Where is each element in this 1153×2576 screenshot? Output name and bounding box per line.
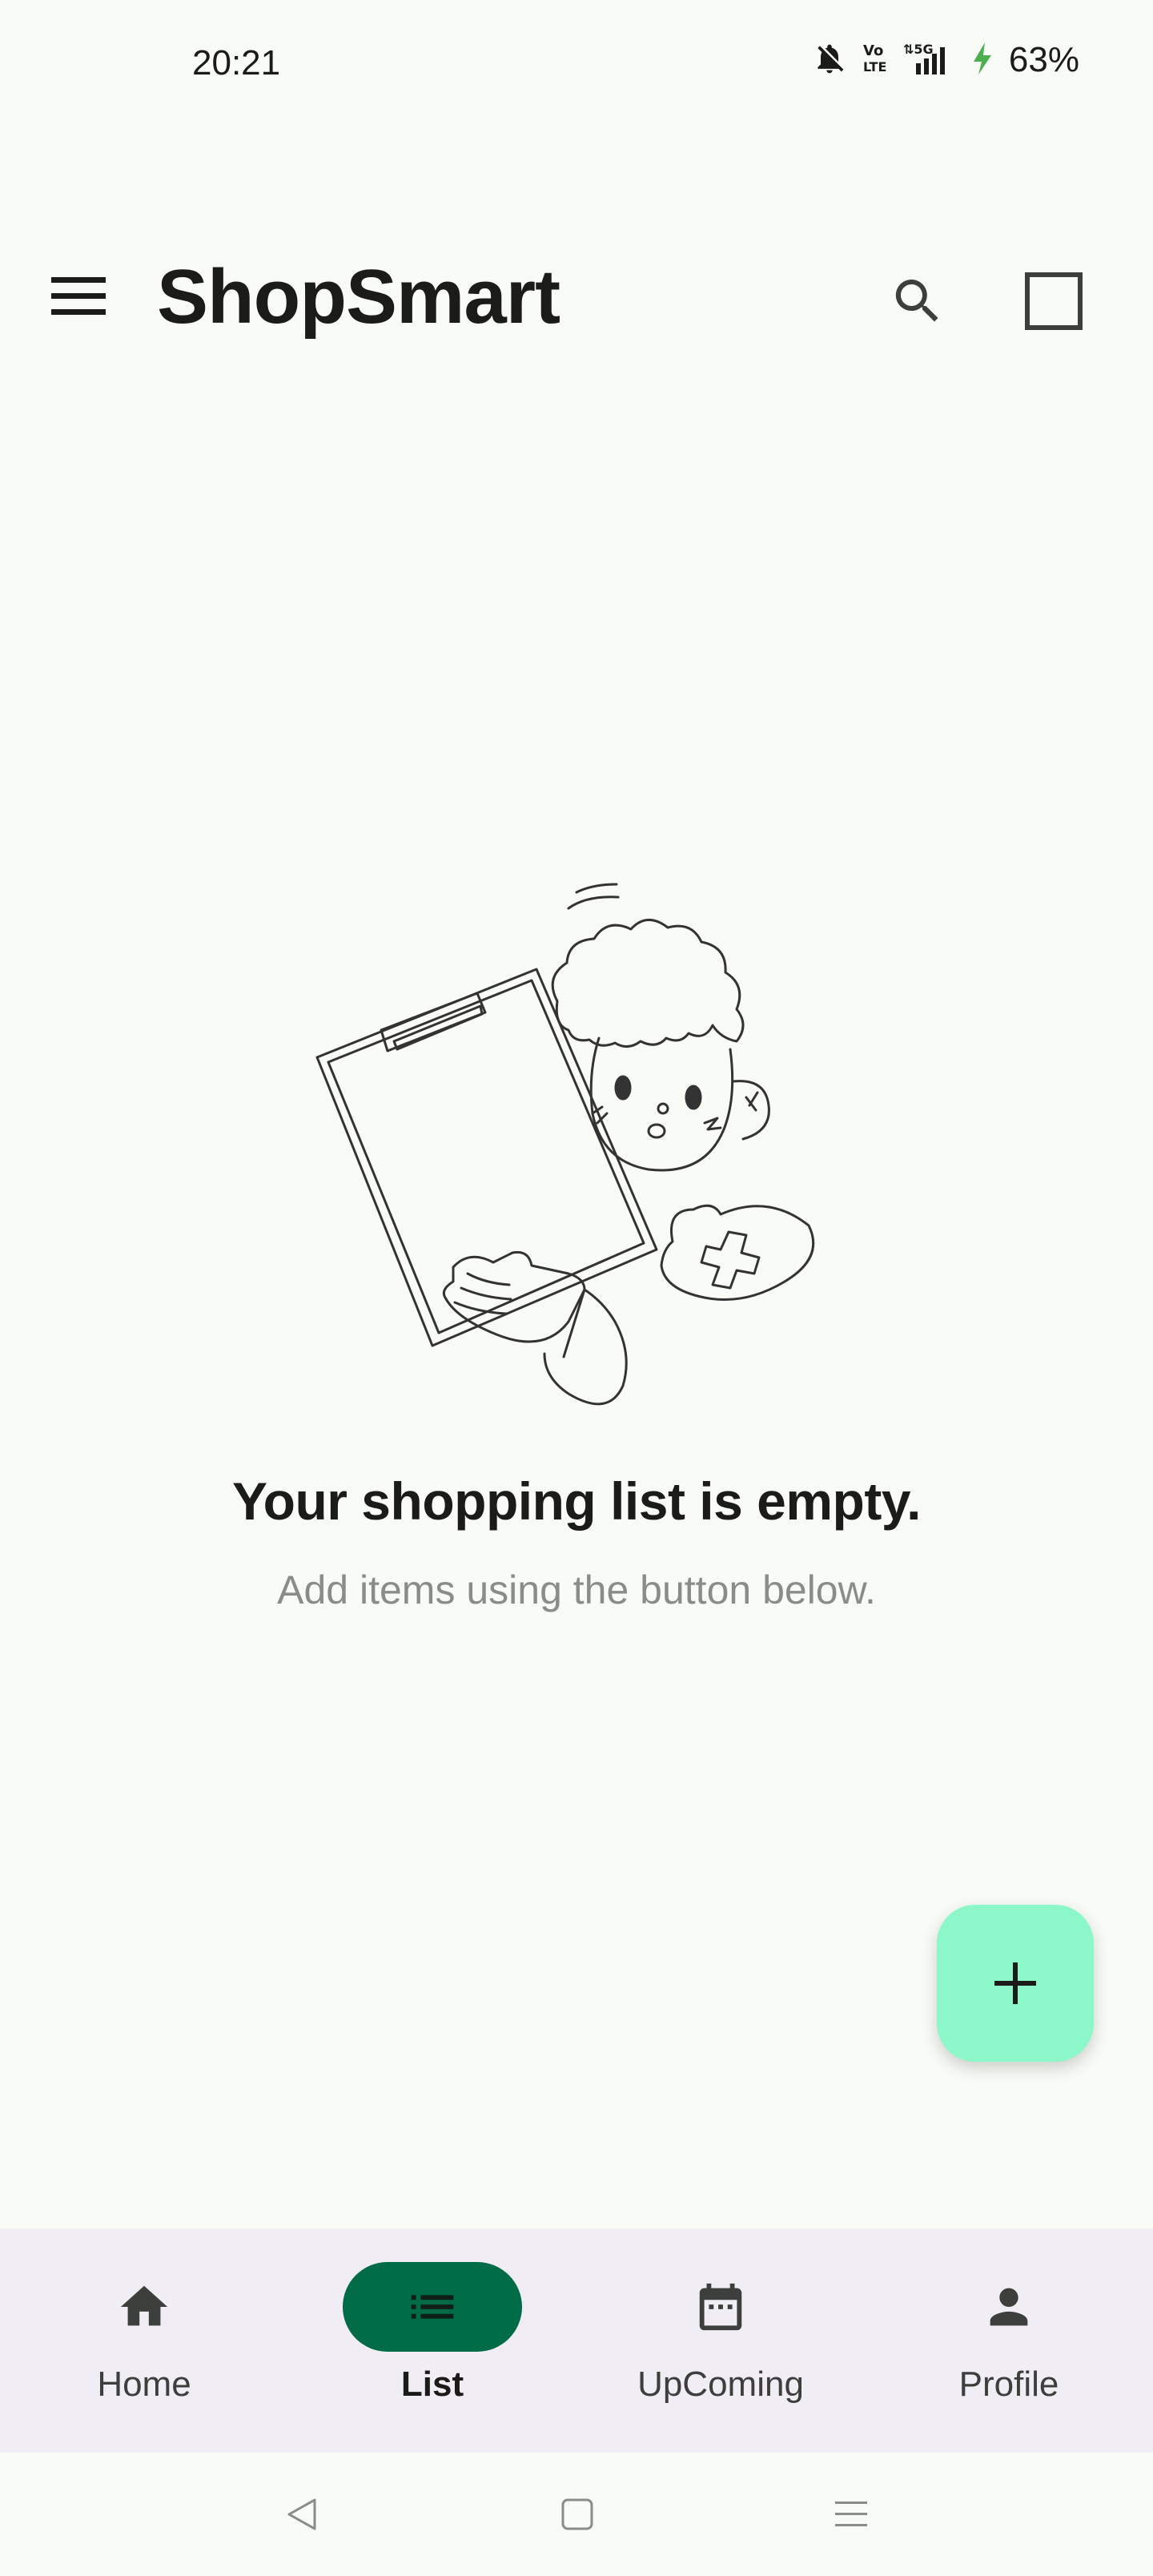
screen: 20:21 Vo LTE ⇅5G 63% ShopSmart Your shop… (0, 0, 1153, 2576)
person-icon (990, 2288, 1028, 2326)
system-back-button[interactable] (275, 2488, 328, 2541)
volte-icon: Vo LTE (862, 41, 889, 80)
nav-item-profile[interactable]: Profile (865, 2228, 1153, 2453)
add-item-fab[interactable] (937, 1905, 1094, 2062)
nav-label-home: Home (97, 2365, 191, 2404)
back-icon (287, 2498, 316, 2530)
nav-pill-home (54, 2262, 234, 2352)
menu-button[interactable] (42, 264, 115, 328)
recents-icon (835, 2502, 867, 2526)
list-icon (411, 2295, 454, 2319)
search-button[interactable] (881, 264, 954, 338)
nav-pill-list (343, 2262, 522, 2352)
battery-percentage: 63% (1008, 40, 1079, 79)
plus-icon (994, 1962, 1036, 2004)
system-home-button[interactable] (551, 2488, 604, 2541)
square-button[interactable] (1017, 264, 1091, 338)
nav-label-list: List (400, 2365, 464, 2404)
empty-state-subtitle: Add items using the button below. (277, 1568, 876, 1612)
charging-icon (970, 41, 994, 80)
app-bar: ShopSmart (0, 232, 1153, 360)
status-bar: 20:21 Vo LTE ⇅5G 63% (0, 0, 1153, 128)
nav-label-upcoming: UpComing (637, 2365, 804, 2404)
svg-text:LTE: LTE (863, 59, 886, 74)
bell-off-icon (812, 41, 847, 80)
system-recents-button[interactable] (825, 2488, 878, 2541)
calendar-icon (699, 2283, 742, 2331)
bottom-navigation: Home List UpComing Profile (0, 2228, 1153, 2453)
nav-pill-upcoming (631, 2262, 810, 2352)
menu-icon (51, 277, 106, 315)
system-navigation-bar (0, 2453, 1153, 2576)
status-time: 20:21 (192, 43, 281, 83)
svg-text:Vo: Vo (863, 42, 883, 59)
nav-label-profile: Profile (958, 2365, 1059, 2404)
home-icon (120, 2285, 168, 2326)
svg-text:⇅5G: ⇅5G (903, 42, 934, 57)
status-icons: Vo LTE ⇅5G 63% (812, 40, 1079, 80)
nav-pill-profile (919, 2262, 1099, 2352)
empty-state-title: Your shopping list is empty. (232, 1471, 921, 1531)
home-square-icon (561, 2498, 593, 2530)
square-icon (1025, 272, 1083, 330)
nav-item-home[interactable]: Home (0, 2228, 288, 2453)
nav-item-upcoming[interactable]: UpComing (576, 2228, 865, 2453)
search-icon (895, 280, 938, 322)
5g-signal-icon: ⇅5G (903, 41, 956, 80)
app-title: ShopSmart (157, 254, 560, 340)
person-holding-clipboard-illustration (315, 883, 815, 1406)
nav-item-list[interactable]: List (288, 2228, 576, 2453)
